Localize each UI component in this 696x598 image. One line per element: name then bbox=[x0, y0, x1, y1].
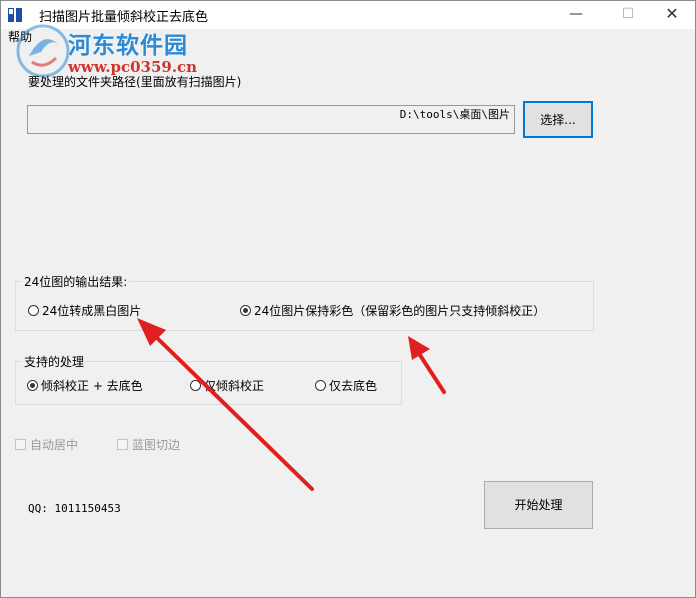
radio-to-black-white-indicator[interactable] bbox=[28, 305, 39, 316]
radio-remove-bg-only-label: 仅去底色 bbox=[329, 379, 378, 393]
radio-deskew-only-label: 仅倾斜校正 bbox=[204, 379, 265, 393]
radio-remove-bg-only-indicator[interactable] bbox=[315, 380, 326, 391]
watermark: 河东软件园 www.pc0359.cn bbox=[8, 12, 238, 78]
folder-path-label: 要处理的文件夹路径(里面放有扫描图片) bbox=[28, 75, 242, 89]
radio-keep-color[interactable]: 24位图片保持彩色（保留彩色的图片只支持倾斜校正） bbox=[240, 302, 545, 319]
processing-legend: 支持的处理 bbox=[24, 355, 85, 369]
choose-folder-button[interactable]: 选择... bbox=[523, 101, 593, 138]
radio-to-black-white-label: 24位转成黑白图片 bbox=[42, 304, 142, 318]
watermark-name: 河东软件园 bbox=[68, 32, 188, 59]
checkbox-blueprint-trim-box[interactable] bbox=[117, 439, 128, 450]
radio-deskew-and-remove-bg-label: 倾斜校正 + 去底色 bbox=[41, 379, 143, 393]
qq-contact: QQ: 1011150453 bbox=[28, 502, 121, 515]
radio-keep-color-indicator[interactable] bbox=[240, 305, 251, 316]
minimize-button[interactable]: — bbox=[553, 1, 599, 29]
checkbox-blueprint-trim[interactable]: 蓝图切边 bbox=[117, 436, 180, 453]
radio-remove-bg-only[interactable]: 仅去底色 bbox=[315, 377, 377, 394]
radio-deskew-only[interactable]: 仅倾斜校正 bbox=[190, 377, 264, 394]
watermark-logo-icon bbox=[16, 24, 70, 78]
checkbox-auto-center[interactable]: 自动居中 bbox=[15, 436, 78, 453]
radio-deskew-and-remove-bg-indicator[interactable] bbox=[27, 380, 38, 391]
radio-deskew-and-remove-bg[interactable]: 倾斜校正 + 去底色 bbox=[27, 377, 143, 394]
checkbox-auto-center-box[interactable] bbox=[15, 439, 26, 450]
start-processing-button[interactable]: 开始处理 bbox=[484, 481, 593, 529]
checkbox-blueprint-trim-label: 蓝图切边 bbox=[132, 438, 181, 452]
maximize-button[interactable]: ☐ bbox=[605, 1, 651, 29]
radio-to-black-white[interactable]: 24位转成黑白图片 bbox=[28, 302, 141, 319]
folder-path-input[interactable]: D:\tools\桌面\图片 bbox=[27, 105, 515, 134]
radio-deskew-only-indicator[interactable] bbox=[190, 380, 201, 391]
checkbox-auto-center-label: 自动居中 bbox=[30, 438, 79, 452]
close-button[interactable]: ✕ bbox=[649, 1, 695, 29]
radio-keep-color-label: 24位图片保持彩色（保留彩色的图片只支持倾斜校正） bbox=[254, 304, 546, 318]
output-result-legend: 24位图的输出结果: bbox=[24, 275, 128, 289]
